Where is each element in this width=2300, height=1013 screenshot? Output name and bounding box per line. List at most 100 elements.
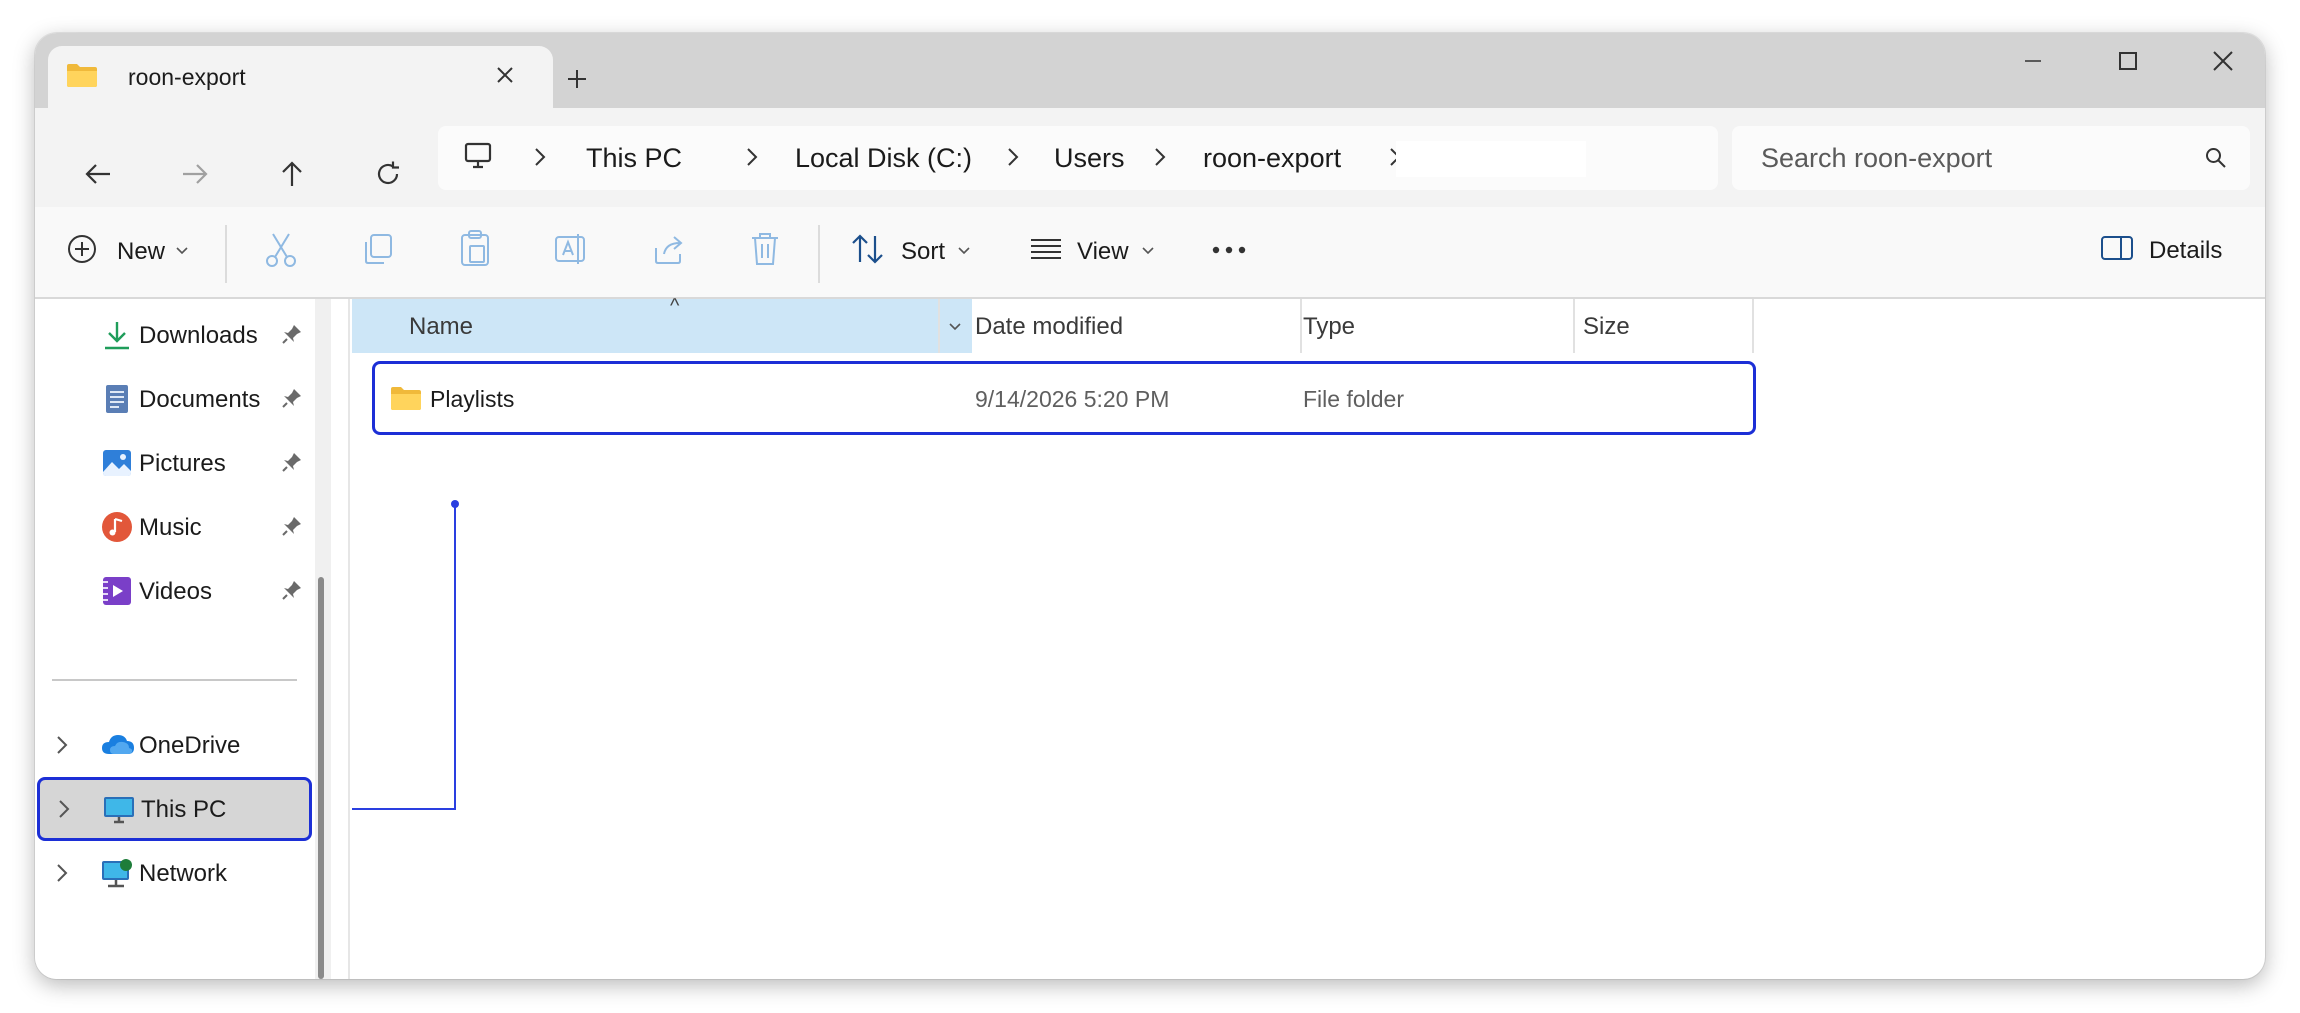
title-bar: roon-export — [35, 33, 2265, 108]
close-window-button[interactable] — [2175, 33, 2265, 88]
tab-roon-export[interactable]: roon-export — [48, 46, 553, 108]
column-header-date-modified[interactable]: Date modified — [975, 299, 1300, 353]
sidebar-item-label: This PC — [141, 796, 227, 823]
back-button[interactable] — [75, 151, 121, 197]
details-pane-icon — [2100, 233, 2134, 268]
sidebar-item-videos[interactable]: Videos — [35, 560, 335, 620]
download-icon — [100, 318, 134, 352]
chevron-down-icon — [175, 243, 189, 261]
column-divider[interactable] — [1300, 299, 1302, 353]
file-name: Playlists — [430, 386, 515, 412]
sidebar-item-pictures[interactable]: Pictures — [35, 432, 335, 492]
new-button[interactable]: New — [65, 232, 189, 271]
chevron-down-icon — [1141, 243, 1155, 261]
sort-label: Sort — [901, 237, 946, 265]
chevron-right-icon — [533, 146, 547, 173]
pin-icon[interactable] — [281, 515, 303, 542]
sidebar-item-label: Network — [139, 860, 228, 887]
sidebar-item-label: Videos — [139, 578, 212, 605]
sidebar-item-label: Pictures — [139, 450, 226, 477]
share-button[interactable] — [650, 230, 688, 273]
folder-icon — [66, 62, 98, 93]
pane-divider[interactable] — [348, 299, 350, 979]
chevron-down-icon[interactable] — [948, 311, 962, 339]
file-type: File folder — [1303, 386, 1404, 412]
column-header-size[interactable]: Size — [1583, 299, 1753, 353]
address-edit-area[interactable] — [1396, 141, 1586, 177]
column-divider[interactable] — [1752, 299, 1754, 353]
pin-icon[interactable] — [281, 387, 303, 414]
chevron-right-icon[interactable] — [55, 862, 69, 889]
sort-button[interactable]: Sort — [850, 232, 971, 271]
new-label: New — [117, 237, 166, 265]
copy-icon — [360, 231, 396, 272]
view-button[interactable]: View — [1028, 232, 1155, 271]
more-options-button[interactable] — [1211, 235, 1247, 270]
more-icon — [1211, 235, 1247, 270]
close-tab-icon[interactable] — [488, 58, 522, 92]
view-list-icon — [1028, 232, 1064, 271]
column-header-type[interactable]: Type — [1303, 299, 1575, 353]
cut-button[interactable] — [263, 231, 299, 274]
view-label: View — [1077, 237, 1129, 265]
pin-icon[interactable] — [281, 579, 303, 606]
chevron-right-icon — [745, 146, 759, 173]
column-header-label: Name — [409, 313, 474, 340]
file-date-modified: 9/14/2026 5:20 PM — [975, 386, 1170, 412]
sidebar-item-network[interactable]: Network — [35, 842, 335, 902]
search-icon — [2204, 146, 2228, 175]
sidebar-item-documents[interactable]: Documents — [35, 368, 335, 428]
paste-button[interactable] — [457, 229, 493, 274]
sidebar-item-onedrive[interactable]: OneDrive — [35, 714, 335, 774]
chevron-right-icon[interactable] — [57, 798, 71, 825]
sort-ascending-icon: ^ — [670, 295, 680, 317]
address-bar[interactable]: This PC Local Disk (C:) Users roon-expor… — [438, 126, 1718, 190]
music-icon — [100, 510, 134, 544]
search-input[interactable]: Search roon-export — [1761, 143, 1992, 174]
file-row-playlists[interactable]: Playlists 9/14/2026 5:20 PM File folder — [372, 361, 1756, 435]
breadcrumb-local-disk[interactable]: Local Disk (C:) — [795, 143, 972, 174]
onedrive-icon — [100, 728, 134, 762]
plus-circle-icon — [65, 232, 99, 271]
sidebar-item-label: OneDrive — [139, 732, 241, 759]
up-button[interactable] — [269, 151, 315, 197]
network-icon — [100, 856, 134, 890]
chevron-right-icon[interactable] — [55, 734, 69, 761]
forward-button[interactable] — [172, 151, 218, 197]
sidebar-item-this-pc[interactable]: This PC — [37, 777, 312, 841]
sidebar-scrollbar[interactable] — [315, 299, 331, 979]
folder-icon — [390, 385, 422, 416]
computer-icon — [463, 141, 493, 176]
tab-title: roon-export — [128, 64, 246, 90]
pin-icon[interactable] — [281, 323, 303, 350]
sidebar-item-music[interactable]: Music — [35, 496, 335, 556]
file-list: Name ^ Date modified Type Size Playlists… — [352, 295, 2265, 979]
breadcrumb-users[interactable]: Users — [1054, 143, 1125, 174]
details-pane-button[interactable]: Details — [2100, 233, 2222, 268]
documents-icon — [100, 382, 134, 416]
column-divider[interactable] — [1573, 299, 1575, 353]
share-icon — [650, 230, 688, 273]
rename-button[interactable] — [553, 230, 591, 273]
sidebar-item-downloads[interactable]: Downloads — [35, 304, 335, 364]
column-header-name[interactable]: Name ^ — [352, 295, 972, 353]
copy-button[interactable] — [360, 231, 396, 272]
toolbar-divider — [818, 225, 820, 283]
sidebar-item-label: Music — [139, 514, 202, 541]
annotation-line — [352, 808, 456, 810]
minimize-button[interactable] — [1985, 33, 2081, 88]
maximize-button[interactable] — [2080, 33, 2176, 88]
details-label: Details — [2149, 236, 2223, 264]
new-tab-button[interactable] — [557, 59, 597, 99]
refresh-button[interactable] — [365, 151, 411, 197]
breadcrumb-roon-export[interactable]: roon-export — [1203, 143, 1341, 174]
pin-icon[interactable] — [281, 451, 303, 478]
column-header-label: Size — [1583, 313, 1630, 340]
breadcrumb-this-pc[interactable]: This PC — [586, 143, 682, 174]
search-box[interactable]: Search roon-export — [1732, 126, 2250, 190]
delete-button[interactable] — [747, 230, 783, 273]
scrollbar-thumb[interactable] — [318, 577, 324, 979]
column-divider[interactable] — [938, 299, 940, 353]
column-header-label: Type — [1303, 313, 1356, 340]
scissors-icon — [263, 231, 299, 274]
